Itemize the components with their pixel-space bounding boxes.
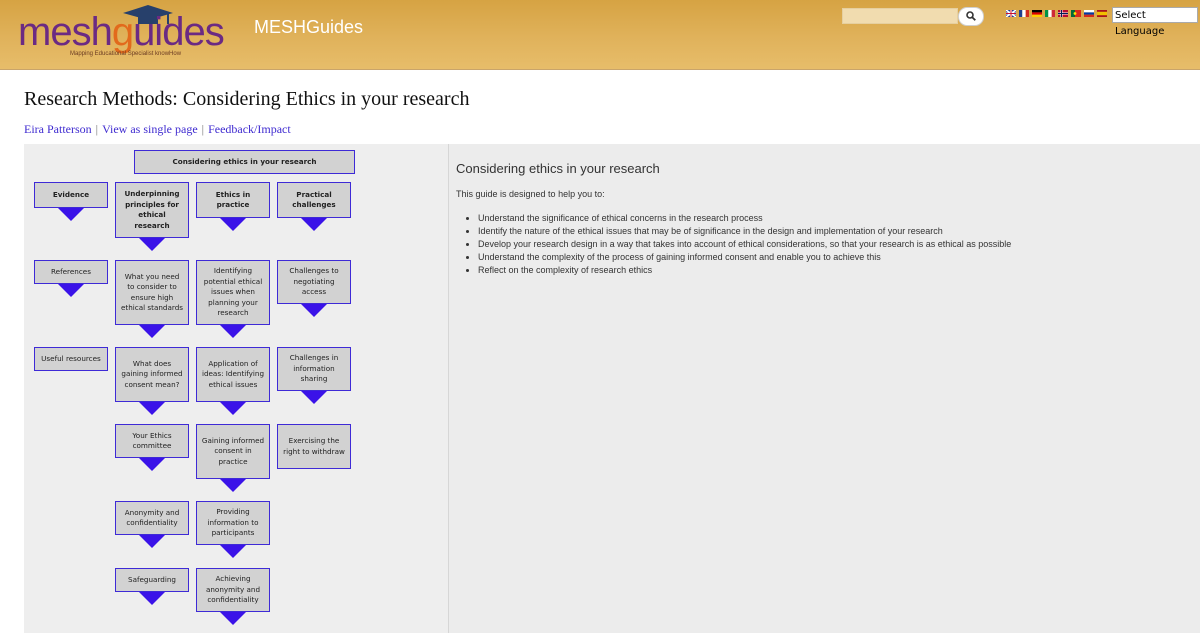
- map-node-negotiating-access[interactable]: Challenges to negotiating access: [277, 260, 351, 304]
- view-single-page-link[interactable]: View as single page: [102, 122, 198, 136]
- down-arrow-icon: [139, 238, 165, 251]
- down-arrow-icon: [139, 592, 165, 605]
- content-intro: This guide is designed to help you to:: [456, 189, 605, 199]
- logo-tagline: Mapping Educational Specialist knowHow: [70, 51, 182, 57]
- map-node-root[interactable]: Considering ethics in your research: [134, 150, 355, 174]
- down-arrow-icon: [220, 479, 246, 492]
- content-heading: Considering ethics in your research: [456, 161, 660, 176]
- list-item: Reflect on the complexity of research et…: [478, 264, 1011, 277]
- flag-fr-icon[interactable]: [1019, 10, 1029, 17]
- logo-text: meshguides: [18, 10, 225, 54]
- map-node-practical-challenges[interactable]: Practical challenges: [277, 182, 351, 218]
- list-item: Understand the significance of ethical c…: [478, 212, 1011, 225]
- language-flags: [1006, 10, 1107, 18]
- flag-es-icon[interactable]: [1097, 10, 1107, 17]
- meshguides-logo[interactable]: meshguides Mapping Educational Specialis…: [18, 4, 238, 64]
- map-node-underpinning-principles[interactable]: Underpinning principles for ethical rese…: [115, 182, 189, 238]
- down-arrow-icon: [301, 391, 327, 404]
- down-arrow-icon: [139, 325, 165, 338]
- map-node-right-to-withdraw[interactable]: Exercising the right to withdraw: [277, 424, 351, 469]
- map-node-high-ethical-standards[interactable]: What you need to consider to ensure high…: [115, 260, 189, 325]
- down-arrow-icon: [58, 208, 84, 221]
- search-input[interactable]: [842, 8, 958, 24]
- separator: |: [201, 122, 205, 136]
- down-arrow-icon: [301, 218, 327, 231]
- map-node-information-sharing[interactable]: Challenges in information sharing: [277, 347, 351, 391]
- author-link[interactable]: Eira Patterson: [24, 122, 92, 136]
- down-arrow-icon: [220, 218, 246, 231]
- guide-map-pane: Considering ethics in your research Evid…: [24, 144, 449, 633]
- down-arrow-icon: [139, 458, 165, 471]
- flag-de-icon[interactable]: [1032, 10, 1042, 17]
- map-node-providing-information[interactable]: Providing information to participants: [196, 501, 270, 545]
- down-arrow-icon: [58, 284, 84, 297]
- map-node-identifying-issues-planning[interactable]: Identifying potential ethical issues whe…: [196, 260, 270, 325]
- list-item: Develop your research design in a way th…: [478, 238, 1011, 251]
- flag-pt-icon[interactable]: [1071, 10, 1081, 17]
- map-node-anonymity-confidentiality[interactable]: Anonymity and confidentiality: [115, 501, 189, 535]
- flag-it-icon[interactable]: [1045, 10, 1055, 17]
- flag-ru-icon[interactable]: [1084, 10, 1094, 17]
- down-arrow-icon: [139, 402, 165, 415]
- map-node-useful-resources[interactable]: Useful resources: [34, 347, 108, 371]
- map-node-ethics-in-practice[interactable]: Ethics in practice: [196, 182, 270, 218]
- down-arrow-icon: [220, 612, 246, 625]
- map-node-achieving-anonymity[interactable]: Achieving anonymity and confidentiality: [196, 568, 270, 612]
- down-arrow-icon: [220, 402, 246, 415]
- map-node-safeguarding[interactable]: Safeguarding: [115, 568, 189, 592]
- down-arrow-icon: [139, 535, 165, 548]
- separator: |: [95, 122, 99, 136]
- list-item: Understand the complexity of the process…: [478, 251, 1011, 264]
- guide-links: Eira Patterson | View as single page | Feedb…: [24, 122, 291, 137]
- feedback-impact-link[interactable]: Feedback/Impact: [208, 122, 291, 136]
- map-node-ethics-committee[interactable]: Your Ethics committee: [115, 424, 189, 458]
- map-node-evidence[interactable]: Evidence: [34, 182, 108, 208]
- site-header: meshguides Mapping Educational Specialis…: [0, 0, 1200, 70]
- site-title[interactable]: MESHGuides: [254, 17, 363, 38]
- down-arrow-icon: [301, 304, 327, 317]
- list-item: Identify the nature of the ethical issue…: [478, 225, 1011, 238]
- map-node-references[interactable]: References: [34, 260, 108, 284]
- select-language-dropdown[interactable]: Select Language: [1112, 7, 1198, 37]
- map-node-informed-consent-practice[interactable]: Gaining informed consent in practice: [196, 424, 270, 479]
- guide-content-pane: Considering ethics in your research This…: [449, 144, 1200, 633]
- down-arrow-icon: [220, 545, 246, 558]
- page-title: Research Methods: Considering Ethics in …: [24, 88, 470, 110]
- map-node-application-of-ideas[interactable]: Application of ideas: Identifying ethica…: [196, 347, 270, 402]
- search-button[interactable]: [958, 7, 984, 26]
- map-node-informed-consent-meaning[interactable]: What does gaining informed consent mean?: [115, 347, 189, 402]
- search-icon: [966, 11, 976, 21]
- flag-no-icon[interactable]: [1058, 10, 1068, 17]
- flag-uk-icon[interactable]: [1006, 10, 1016, 17]
- objectives-list: Understand the significance of ethical c…: [456, 212, 1011, 277]
- down-arrow-icon: [220, 325, 246, 338]
